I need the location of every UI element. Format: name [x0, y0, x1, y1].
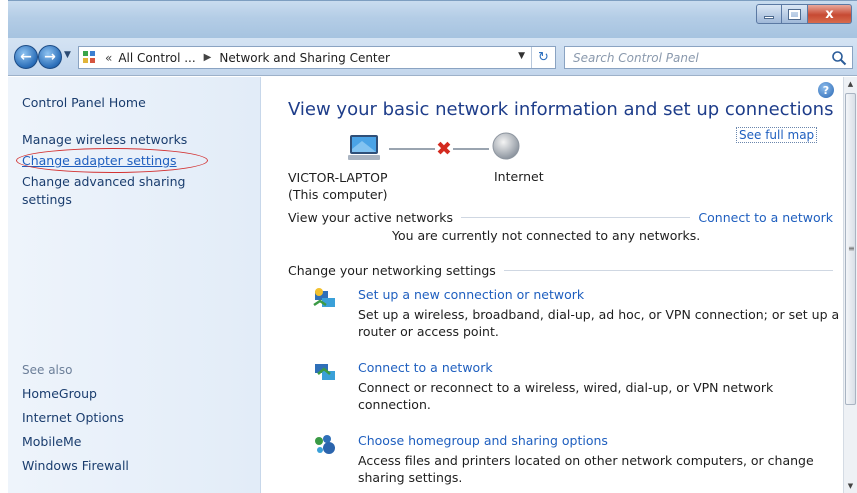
address-bar: ← → ▼ « All Control ... ▶ Network and Sh…: [8, 38, 857, 76]
see-also-list: HomeGroup Internet Options MobileMe Wind…: [22, 385, 129, 481]
close-button[interactable]: x: [808, 4, 852, 24]
maximize-icon: [788, 8, 801, 20]
network-map: ✖ VICTOR-LAPTOP (This computer) Internet: [288, 129, 588, 209]
connect-network-icon: [315, 364, 335, 380]
minimize-icon: [764, 15, 774, 19]
scroll-down-button[interactable]: ▼: [844, 479, 857, 493]
homegroup-sharing-link[interactable]: Choose homegroup and sharing options: [358, 433, 608, 448]
minimize-button[interactable]: [756, 4, 782, 24]
refresh-icon: ↻: [538, 50, 549, 65]
windows-firewall-link[interactable]: Windows Firewall: [22, 457, 129, 474]
title-bar: x: [8, 0, 857, 38]
help-icon[interactable]: ?: [818, 82, 834, 98]
window-controls: x: [756, 4, 852, 24]
computer-icon: [348, 135, 380, 160]
internet-options-link[interactable]: Internet Options: [22, 409, 129, 426]
scroll-up-button[interactable]: ▲: [844, 77, 857, 91]
chevron-down-icon[interactable]: ▼: [518, 51, 525, 61]
search-icon[interactable]: [831, 50, 847, 66]
vertical-scrollbar[interactable]: ▲ ≡ ▼: [843, 77, 857, 493]
computer-name-label: VICTOR-LAPTOP: [288, 170, 388, 185]
setup-connection-link[interactable]: Set up a new connection or network: [358, 287, 584, 302]
divider: [503, 270, 833, 271]
change-settings-header: Change your networking settings: [288, 263, 833, 278]
navigation-pane: Control Panel Home Manage wireless netwo…: [8, 77, 261, 493]
change-settings-label: Change your networking settings: [288, 263, 496, 278]
connect-network-link[interactable]: Connect to a network: [358, 360, 493, 375]
connect-network-desc: Connect or reconnect to a wireless, wire…: [358, 380, 774, 412]
main-content: ? View your basic network information an…: [262, 77, 842, 493]
homegroup-icon: [315, 435, 335, 454]
no-connection-message: You are currently not connected to any n…: [392, 228, 701, 243]
new-connection-icon: [313, 288, 335, 307]
change-advanced-sharing-settings-link[interactable]: Change advanced sharing settings: [22, 173, 252, 209]
back-button[interactable]: ←: [14, 45, 38, 69]
refresh-button[interactable]: ↻: [531, 47, 555, 68]
search-input[interactable]: [565, 47, 820, 68]
arrow-left-icon: ←: [20, 49, 32, 65]
setup-connection-desc: Set up a wireless, broadband, dial-up, a…: [358, 307, 840, 339]
chevron-left-double-icon[interactable]: «: [105, 51, 112, 65]
chevron-right-icon[interactable]: ▶: [204, 52, 212, 63]
page-title: View your basic network information and …: [288, 99, 834, 120]
see-also-header: See also: [22, 363, 73, 377]
connection-line: [453, 148, 489, 150]
close-icon: x: [825, 6, 834, 22]
breadcrumb-current[interactable]: Network and Sharing Center: [219, 51, 390, 65]
control-panel-icon: [83, 50, 97, 65]
arrow-right-icon: →: [44, 49, 56, 65]
manage-wireless-networks-link[interactable]: Manage wireless networks: [22, 131, 252, 149]
homegroup-link[interactable]: HomeGroup: [22, 385, 129, 402]
see-full-map-link[interactable]: See full map: [736, 127, 818, 143]
change-adapter-settings-link[interactable]: Change adapter settings: [16, 148, 252, 173]
recent-pages-dropdown-icon[interactable]: ▼: [64, 50, 71, 60]
maximize-button[interactable]: [782, 4, 808, 24]
disconnected-x-icon: ✖: [436, 138, 452, 160]
computer-name: VICTOR-LAPTOP (This computer): [288, 169, 388, 203]
internet-globe-icon: [492, 132, 520, 160]
active-networks-header: View your active networks Connect to a n…: [288, 210, 833, 225]
connection-line: [389, 148, 435, 150]
grip-icon: ≡: [848, 244, 855, 253]
computer-sub-label: (This computer): [288, 187, 388, 202]
change-adapter-settings-label: Change adapter settings: [22, 153, 177, 168]
homegroup-sharing-desc: Access files and printers located on oth…: [358, 453, 814, 485]
mobileme-link[interactable]: MobileMe: [22, 433, 129, 450]
internet-label: Internet: [494, 169, 544, 184]
connect-to-network-link[interactable]: Connect to a network: [698, 210, 833, 225]
task-links: Manage wireless networks Change adapter …: [16, 131, 252, 212]
divider: [460, 217, 691, 218]
forward-button[interactable]: →: [38, 45, 62, 69]
breadcrumb-root[interactable]: All Control ...: [118, 51, 195, 65]
breadcrumb[interactable]: « All Control ... ▶ Network and Sharing …: [78, 46, 556, 69]
scroll-thumb[interactable]: ≡: [845, 93, 856, 405]
control-panel-home-link[interactable]: Control Panel Home: [22, 95, 146, 110]
active-networks-label: View your active networks: [288, 210, 453, 225]
search-box: [564, 46, 853, 69]
